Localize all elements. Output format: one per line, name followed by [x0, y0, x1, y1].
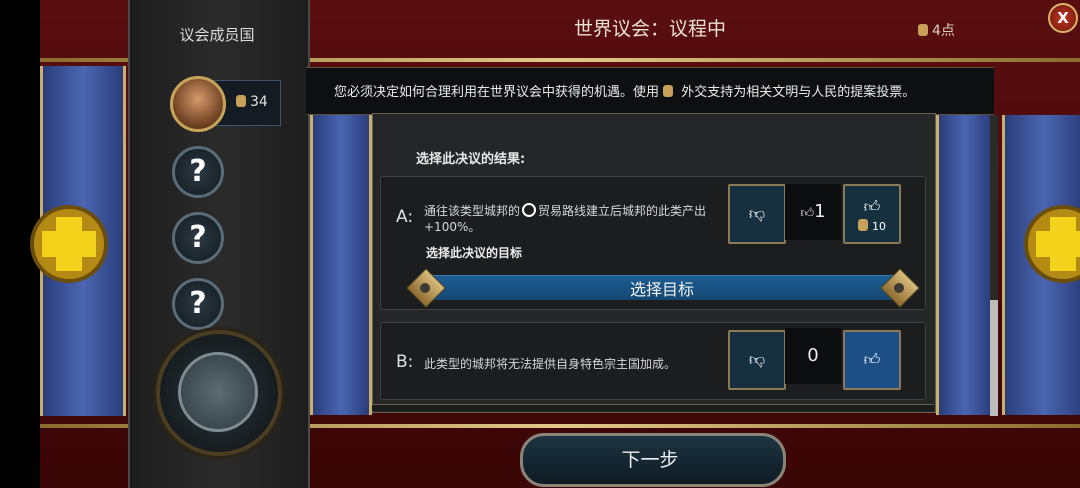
- notice-text-part-2: 外交支持为相关文明与人民的提案投票。: [681, 85, 916, 100]
- banner-behind-panel-right: [936, 115, 994, 415]
- proposal-panel-footer: [372, 404, 934, 411]
- option-b-upvote-button[interactable]: 👍︎: [843, 330, 901, 390]
- diplomatic-favor-icon: [858, 219, 868, 231]
- arrow-stud: [894, 283, 904, 293]
- option-b-vote-count: 0: [785, 328, 841, 384]
- banner-behind-panel-left: [310, 115, 372, 415]
- unknown-member-2[interactable]: ?: [172, 212, 224, 264]
- option-a-count-value: 1: [814, 201, 826, 222]
- option-a-description: 通往该类型城邦的 贸易路线建立后城邦的此类产出+100%。: [424, 203, 716, 235]
- upvote-cost: 10: [845, 219, 899, 233]
- thumbs-up-icon: 👍︎: [863, 197, 881, 216]
- arrow-stud: [420, 283, 430, 293]
- notice-text: 您必须决定如何合理利用在世界议会中获得的机遇。使用 外交支持为相关文明与人民的提…: [334, 81, 915, 100]
- option-a-upvote-button[interactable]: 👍︎ 10: [843, 184, 901, 244]
- option-a-desc-part-1: 通往该类型城邦的: [424, 204, 521, 218]
- notice-text-part-1: 您必须决定如何合理利用在世界议会中获得的机遇。使用: [334, 85, 660, 100]
- left-banner-emblem-icon: [30, 205, 108, 283]
- points-value: 4点: [932, 23, 955, 39]
- diplomatic-favor-icon: [236, 95, 246, 107]
- trade-route-icon: [522, 203, 537, 217]
- option-b-downvote-button[interactable]: 👎︎: [728, 330, 786, 390]
- thumbs-up-icon: 👍︎: [863, 350, 881, 369]
- unknown-member-1[interactable]: ?: [172, 146, 224, 198]
- globe-icon: [178, 352, 258, 432]
- unknown-member-3[interactable]: ?: [172, 278, 224, 330]
- panel-scrollbar-thumb[interactable]: [990, 300, 998, 416]
- close-button[interactable]: X: [1048, 3, 1078, 33]
- player-votes-value: 34: [250, 94, 268, 110]
- thumbs-down-icon: 👎︎: [748, 204, 766, 223]
- diplomatic-favor-icon: [663, 85, 674, 97]
- page-title: 世界议会：议程中: [573, 18, 726, 40]
- diplomatic-favor-icon: [918, 24, 928, 36]
- player-leader-avatar[interactable]: [170, 76, 226, 132]
- section-label: 选择此决议的结果:: [416, 152, 526, 167]
- diplomatic-points: 4点: [918, 20, 955, 40]
- select-target-label: 选择目标: [629, 280, 694, 299]
- upvote-cost-value: 10: [872, 220, 886, 233]
- option-a-downvote-button[interactable]: 👎︎: [728, 184, 786, 244]
- target-label: 选择此决议的目标: [426, 246, 523, 260]
- player-votes: 34: [236, 94, 268, 110]
- next-button-label: 下一步: [621, 449, 679, 471]
- thumbs-up-small-icon: 👍︎: [800, 206, 815, 221]
- option-a-vote-count: 👍︎1: [785, 184, 841, 240]
- option-a-letter: A:: [396, 207, 414, 227]
- option-b-description: 此类型的城邦将无法提供自身特色宗主国加成。: [424, 357, 677, 371]
- sidebar-title: 议会成员国: [179, 26, 255, 44]
- thumbs-down-icon: 👎︎: [748, 350, 766, 369]
- option-b-letter: B:: [396, 352, 414, 372]
